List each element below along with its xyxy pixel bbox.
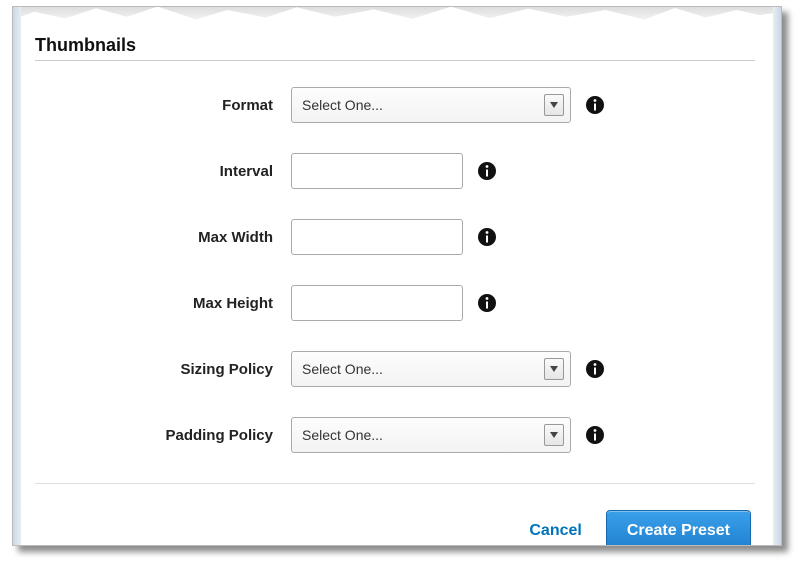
row-padding-policy: Padding Policy Select One... — [35, 417, 755, 453]
label-sizing-policy: Sizing Policy — [35, 361, 291, 378]
row-max-height: Max Height — [35, 285, 755, 321]
row-sizing-policy: Sizing Policy Select One... — [35, 351, 755, 387]
label-padding-policy: Padding Policy — [35, 427, 291, 444]
info-icon[interactable] — [585, 359, 605, 379]
cancel-button[interactable]: Cancel — [529, 522, 581, 540]
chevron-down-icon — [544, 358, 564, 380]
sizing-policy-select[interactable]: Select One... — [291, 351, 571, 387]
format-select[interactable]: Select One... — [291, 87, 571, 123]
max-width-input[interactable] — [291, 219, 463, 255]
info-icon[interactable] — [585, 95, 605, 115]
thumbnails-settings-panel: Thumbnails Format Select One... — [12, 6, 782, 546]
chevron-down-icon — [544, 94, 564, 116]
info-icon[interactable] — [585, 425, 605, 445]
create-preset-button[interactable]: Create Preset — [606, 510, 751, 546]
padding-policy-select[interactable]: Select One... — [291, 417, 571, 453]
info-icon[interactable] — [477, 227, 497, 247]
section-title: Thumbnails — [35, 35, 755, 61]
row-interval: Interval — [35, 153, 755, 189]
row-format: Format Select One... — [35, 87, 755, 123]
form-footer: Cancel Create Preset — [35, 483, 755, 546]
label-max-height: Max Height — [35, 295, 291, 312]
info-icon[interactable] — [477, 161, 497, 181]
row-max-width: Max Width — [35, 219, 755, 255]
format-select-value: Select One... — [302, 97, 383, 113]
padding-policy-select-value: Select One... — [302, 427, 383, 443]
max-height-input[interactable] — [291, 285, 463, 321]
info-icon[interactable] — [477, 293, 497, 313]
label-max-width: Max Width — [35, 229, 291, 246]
label-format: Format — [35, 97, 291, 114]
chevron-down-icon — [544, 424, 564, 446]
interval-input[interactable] — [291, 153, 463, 189]
sizing-policy-select-value: Select One... — [302, 361, 383, 377]
label-interval: Interval — [35, 163, 291, 180]
